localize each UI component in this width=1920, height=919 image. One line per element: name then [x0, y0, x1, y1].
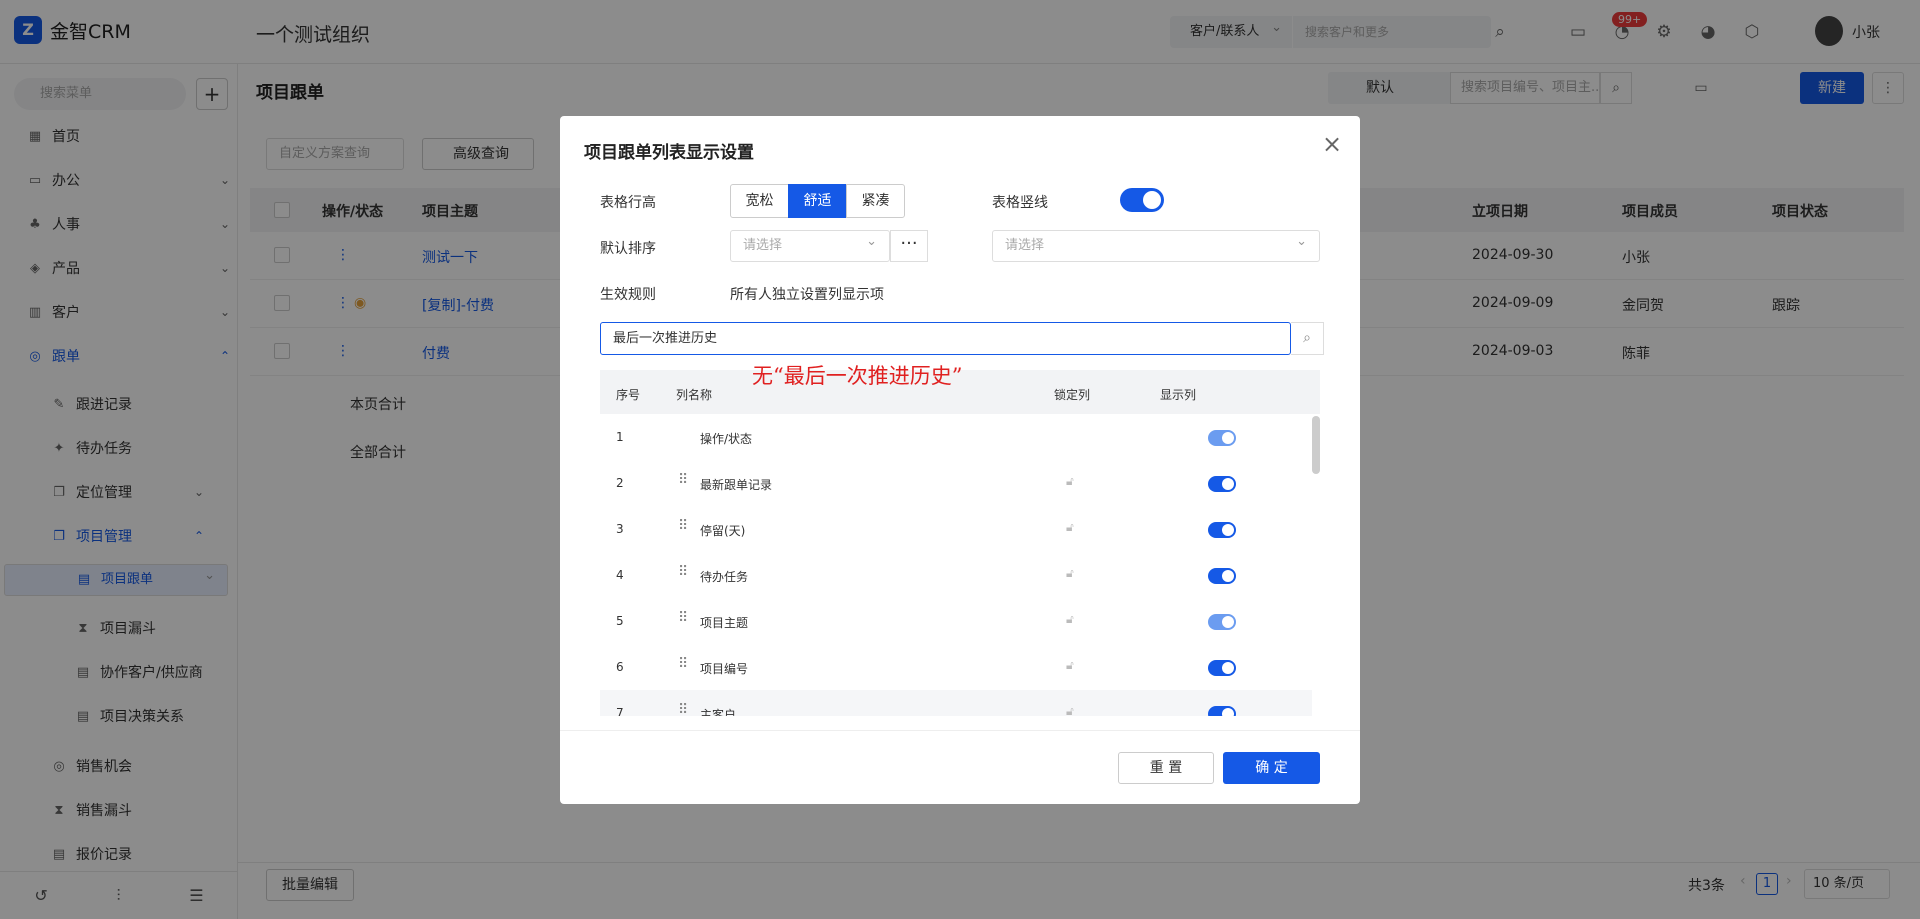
row-height-loose[interactable]: 宽松 — [730, 184, 789, 218]
row-number: 6 — [616, 660, 624, 674]
unlock-icon[interactable]: 🔓︎ — [1066, 474, 1074, 489]
show-column-toggle[interactable] — [1208, 476, 1236, 492]
column-name: 操作/状态 — [700, 432, 753, 446]
dialog-title: 项目跟单列表显示设置 — [584, 143, 754, 163]
column-settings-dialog: 项目跟单列表显示设置 × 表格行高 宽松 舒适 紧凑 表格竖线 默认排序 请选择… — [560, 116, 1360, 804]
list-item: 4 ⠿ 待办任务 🔓︎ — [600, 552, 1312, 598]
column-header: 列名称 — [676, 388, 713, 402]
row-number: 1 — [616, 430, 624, 444]
show-column-toggle[interactable] — [1208, 660, 1236, 676]
drag-handle-icon[interactable]: ⠿ — [678, 472, 688, 488]
row-height-comfortable[interactable]: 舒适 — [788, 184, 847, 218]
default-sort-label: 默认排序 — [600, 241, 656, 257]
drag-handle-icon[interactable]: ⠿ — [678, 564, 688, 580]
unlock-icon[interactable]: 🔓︎ — [1066, 704, 1074, 716]
search-icon[interactable]: ⌕ — [1291, 322, 1324, 355]
drag-handle-icon[interactable]: ⠿ — [678, 518, 688, 534]
list-item: 6 ⠿ 项目编号 🔓︎ — [600, 644, 1312, 690]
row-height-options: 宽松 舒适 紧凑 — [730, 184, 905, 218]
column-name: 待办任务 — [700, 570, 749, 584]
vertical-lines-label: 表格竖线 — [992, 195, 1048, 211]
column-name: 主客户 — [700, 708, 737, 716]
vertical-lines-toggle[interactable] — [1120, 188, 1164, 212]
row-number: 2 — [616, 476, 624, 490]
show-column-toggle[interactable] — [1208, 706, 1236, 716]
drag-handle-icon[interactable]: ⠿ — [678, 656, 688, 672]
list-item: 1 操作/状态 — [600, 414, 1312, 460]
column-search-input[interactable]: 最后一次推进历史 — [600, 322, 1291, 355]
column-table-body: 1 操作/状态 2 ⠿ 最新跟单记录 🔓︎ 3 ⠿ 停留(天) 🔓︎ 4 ⠿ 待… — [560, 414, 1360, 716]
list-item: 7 ⠿ 主客户 🔓︎ — [600, 690, 1312, 716]
confirm-button[interactable]: 确 定 — [1223, 752, 1320, 784]
column-header: 序号 — [616, 388, 641, 402]
column-name: 停留(天) — [700, 524, 746, 538]
drag-handle-icon[interactable]: ⠿ — [678, 702, 688, 716]
drag-handle-icon[interactable]: ⠿ — [678, 610, 688, 626]
row-height-compact[interactable]: 紧凑 — [846, 184, 905, 218]
dialog-footer-divider — [560, 730, 1360, 731]
column-name: 项目主题 — [700, 616, 749, 630]
annotation-text: 无“最后一次推进历史” — [752, 364, 963, 388]
unlock-icon[interactable]: 🔓︎ — [1066, 612, 1074, 627]
effect-rule-value: 所有人独立设置列显示项 — [730, 287, 884, 303]
close-icon[interactable]: × — [1322, 130, 1342, 158]
reset-button[interactable]: 重 置 — [1118, 752, 1214, 784]
row-number: 3 — [616, 522, 624, 536]
list-item: 5 ⠿ 项目主题 🔓︎ — [600, 598, 1312, 644]
list-item: 3 ⠿ 停留(天) 🔓︎ — [600, 506, 1312, 552]
effect-rule-label: 生效规则 — [600, 287, 656, 303]
sort-field-select[interactable]: 请选择 — [730, 227, 890, 262]
show-column-toggle[interactable] — [1208, 430, 1236, 446]
show-column-toggle[interactable] — [1208, 614, 1236, 630]
column-header: 显示列 — [1160, 388, 1197, 402]
row-height-label: 表格行高 — [600, 195, 656, 211]
show-column-toggle[interactable] — [1208, 568, 1236, 584]
scrollbar[interactable] — [1312, 416, 1320, 474]
row-number: 7 — [616, 706, 624, 716]
column-header: 锁定列 — [1054, 388, 1091, 402]
unlock-icon[interactable]: 🔓︎ — [1066, 566, 1074, 581]
more-icon[interactable]: ··· — [890, 230, 928, 262]
row-number: 5 — [616, 614, 624, 628]
row-number: 4 — [616, 568, 624, 582]
column-name: 项目编号 — [700, 662, 749, 676]
column-name: 最新跟单记录 — [700, 478, 773, 492]
list-item: 2 ⠿ 最新跟单记录 🔓︎ — [600, 460, 1312, 506]
unlock-icon[interactable]: 🔓︎ — [1066, 520, 1074, 535]
sort-order-select[interactable]: 请选择 — [992, 227, 1320, 262]
unlock-icon[interactable]: 🔓︎ — [1066, 658, 1074, 673]
show-column-toggle[interactable] — [1208, 522, 1236, 538]
